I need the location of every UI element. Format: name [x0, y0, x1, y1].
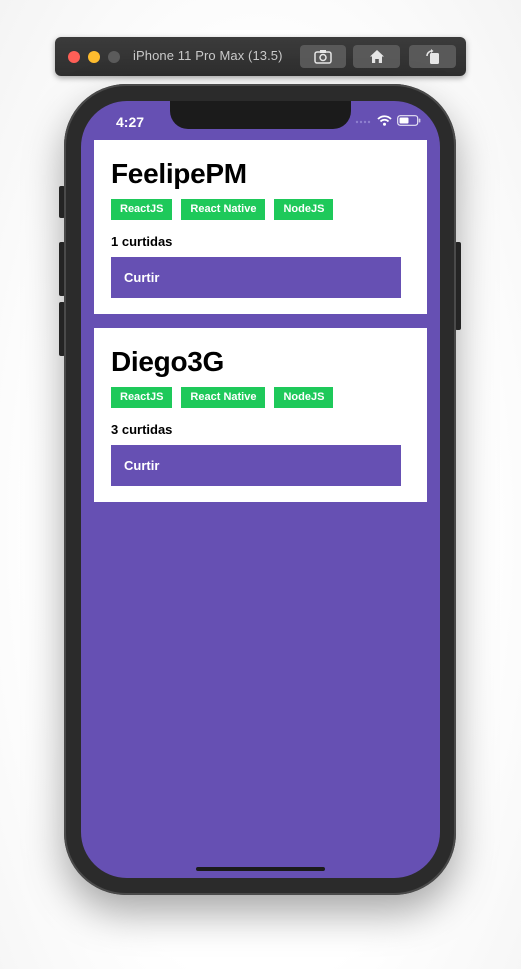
tech-list: ReactJS React Native NodeJS: [111, 199, 334, 220]
rotate-button[interactable]: [409, 45, 456, 68]
repository-card: Diego3G ReactJS React Native NodeJS 3 cu…: [94, 328, 427, 502]
tech-badge: ReactJS: [111, 199, 173, 220]
likes-count: 3 curtidas: [111, 422, 173, 437]
tech-badge: React Native: [181, 387, 266, 408]
tech-badge: NodeJS: [274, 199, 334, 220]
home-icon: [369, 50, 384, 63]
phone-screen: 4:27 FeelipePM ReactJS React Native Node…: [81, 101, 440, 878]
window-minimize-button[interactable]: [88, 51, 100, 63]
window-close-button[interactable]: [68, 51, 80, 63]
simulator-title: iPhone 11 Pro Max (13.5): [133, 48, 283, 63]
battery-icon: [397, 115, 421, 126]
status-time: 4:27: [116, 114, 145, 130]
repository-card: FeelipePM ReactJS React Native NodeJS 1 …: [94, 140, 427, 314]
home-button[interactable]: [353, 45, 400, 68]
simulator-stage: iPhone 11 Pro Max (13.5) 4:27 FeelipePM …: [0, 0, 521, 969]
signal-icon: [355, 120, 371, 123]
wifi-icon: [377, 115, 392, 126]
screenshot-button[interactable]: [300, 45, 346, 68]
window-zoom-button[interactable]: [108, 51, 120, 63]
tech-badge: NodeJS: [274, 387, 334, 408]
like-button[interactable]: Curtir: [111, 445, 401, 486]
home-indicator[interactable]: [196, 867, 325, 871]
notch: [170, 101, 351, 129]
rotate-icon: [425, 49, 439, 64]
tech-list: ReactJS React Native NodeJS: [111, 387, 334, 408]
repository-title: Diego3G: [111, 346, 225, 377]
repository-title: FeelipePM: [111, 158, 247, 189]
status-icons: [355, 115, 421, 126]
like-button[interactable]: Curtir: [111, 257, 401, 298]
simulator-title-bar: iPhone 11 Pro Max (13.5): [55, 37, 466, 76]
tech-badge: React Native: [181, 199, 266, 220]
tech-badge: ReactJS: [111, 387, 173, 408]
screenshot-icon: [314, 50, 332, 64]
likes-count: 1 curtidas: [111, 234, 173, 249]
